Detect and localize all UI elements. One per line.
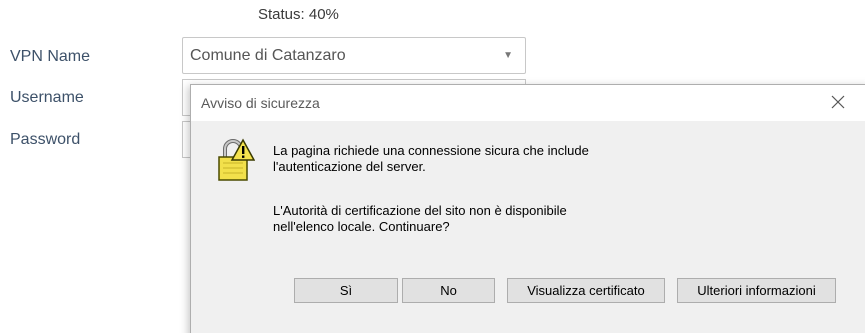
dialog-titlebar: Avviso di sicurezza: [191, 85, 865, 121]
yes-button[interactable]: Sì: [294, 278, 398, 303]
dialog-message-connection: La pagina richiede una connessione sicur…: [273, 143, 833, 175]
message-line: La pagina richiede una connessione sicur…: [273, 143, 589, 158]
status-text: Status: 40%: [258, 6, 339, 23]
security-warning-dialog: Avviso di sicurezza La pagina richiede u…: [190, 84, 865, 333]
message-line: L'Autorità di certificazione del sito no…: [273, 203, 567, 218]
close-button[interactable]: [825, 89, 851, 115]
chevron-down-icon: ▼: [503, 50, 513, 61]
vpn-login-page: Status: 40% VPN Name Username Password C…: [0, 0, 865, 333]
dialog-message-certificate: L'Autorità di certificazione del sito no…: [273, 203, 833, 235]
vpn-name-value: Comune di Catanzaro: [190, 47, 346, 64]
no-button[interactable]: No: [402, 278, 495, 303]
padlock-warning-icon: [218, 138, 255, 181]
dialog-title: Avviso di sicurezza: [201, 95, 320, 111]
username-label: Username: [10, 89, 84, 106]
view-certificate-button[interactable]: Visualizza certificato: [507, 278, 665, 303]
vpn-name-label: VPN Name: [10, 48, 91, 65]
more-info-button[interactable]: Ulteriori informazioni: [677, 278, 836, 303]
message-line: l'autenticazione del server.: [273, 159, 426, 174]
vpn-name-select[interactable]: Comune di Catanzaro ▼: [182, 37, 526, 74]
close-icon: [831, 95, 845, 109]
password-label: Password: [10, 131, 81, 148]
message-line: nell'elenco locale. Continuare?: [273, 219, 450, 234]
